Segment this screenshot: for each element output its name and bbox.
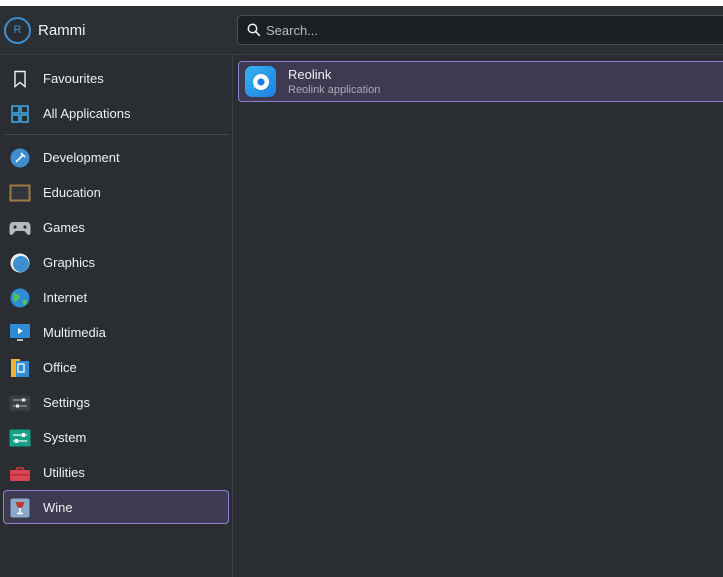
sidebar-item-label: Settings bbox=[43, 395, 90, 410]
sidebar-item-internet[interactable]: Internet bbox=[3, 280, 229, 314]
sidebar-item-development[interactable]: Development bbox=[3, 140, 229, 174]
app-list-item[interactable]: Reolink Reolink application bbox=[238, 61, 723, 102]
sidebar-item-label: Education bbox=[43, 185, 101, 200]
avatar[interactable]: R bbox=[4, 16, 31, 44]
sidebar-item-label: All Applications bbox=[43, 106, 131, 121]
monitor-play-icon bbox=[9, 323, 31, 343]
sidebar-item-label: Internet bbox=[43, 290, 88, 305]
sidebar-item-label: Wine bbox=[43, 500, 73, 515]
development-icon bbox=[9, 148, 31, 168]
reolink-app-icon bbox=[245, 66, 276, 97]
sidebar-item-label: Multimedia bbox=[43, 325, 106, 340]
sidebar-item-games[interactable]: Games bbox=[3, 210, 229, 244]
graphics-icon bbox=[9, 253, 31, 273]
chalkboard-icon bbox=[9, 183, 31, 203]
sidebar-item-favourites[interactable]: Favourites bbox=[3, 61, 229, 95]
toolbox-icon bbox=[9, 463, 31, 483]
sidebar-item-label: Graphics bbox=[43, 255, 96, 270]
user-name: Rammi bbox=[38, 21, 86, 39]
search-input[interactable] bbox=[266, 16, 706, 44]
sidebar-item-label: Development bbox=[43, 150, 120, 165]
bookmark-icon bbox=[9, 69, 31, 89]
sidebar-item-label: Utilities bbox=[43, 465, 85, 480]
settings-sliders-icon bbox=[9, 393, 31, 413]
user-profile[interactable]: R Rammi bbox=[4, 16, 86, 44]
search-box[interactable] bbox=[237, 15, 723, 45]
launcher-header: R Rammi bbox=[0, 6, 723, 55]
app-description: Reolink application bbox=[288, 84, 381, 96]
sidebar-item-wine[interactable]: Wine bbox=[3, 490, 229, 524]
sidebar-item-label: System bbox=[43, 430, 87, 445]
globe-icon bbox=[9, 288, 31, 308]
gamepad-icon bbox=[9, 218, 31, 238]
sidebar-item-graphics[interactable]: Graphics bbox=[3, 245, 229, 279]
search-icon bbox=[247, 23, 261, 37]
sidebar-item-system[interactable]: System bbox=[3, 420, 229, 454]
office-icon bbox=[9, 358, 31, 378]
avatar-initial: R bbox=[13, 24, 22, 36]
sidebar-item-office[interactable]: Office bbox=[3, 350, 229, 384]
sidebar-item-settings[interactable]: Settings bbox=[3, 385, 229, 419]
application-launcher: R Rammi Favourites bbox=[0, 6, 723, 577]
app-name: Reolink bbox=[288, 67, 332, 82]
sidebar-item-label: Games bbox=[43, 220, 85, 235]
sidebar-divider bbox=[5, 134, 229, 135]
sidebar-item-education[interactable]: Education bbox=[3, 175, 229, 209]
sidebar-item-utilities[interactable]: Utilities bbox=[3, 455, 229, 489]
sidebar-item-label: Favourites bbox=[43, 71, 104, 86]
grid-icon bbox=[9, 104, 31, 124]
wine-glass-icon bbox=[9, 498, 31, 518]
system-icon bbox=[9, 428, 31, 448]
sidebar-item-multimedia[interactable]: Multimedia bbox=[3, 315, 229, 349]
category-sidebar: Favourites All Applications Development … bbox=[0, 55, 233, 577]
sidebar-item-all-applications[interactable]: All Applications bbox=[3, 96, 229, 130]
sidebar-item-label: Office bbox=[43, 360, 77, 375]
